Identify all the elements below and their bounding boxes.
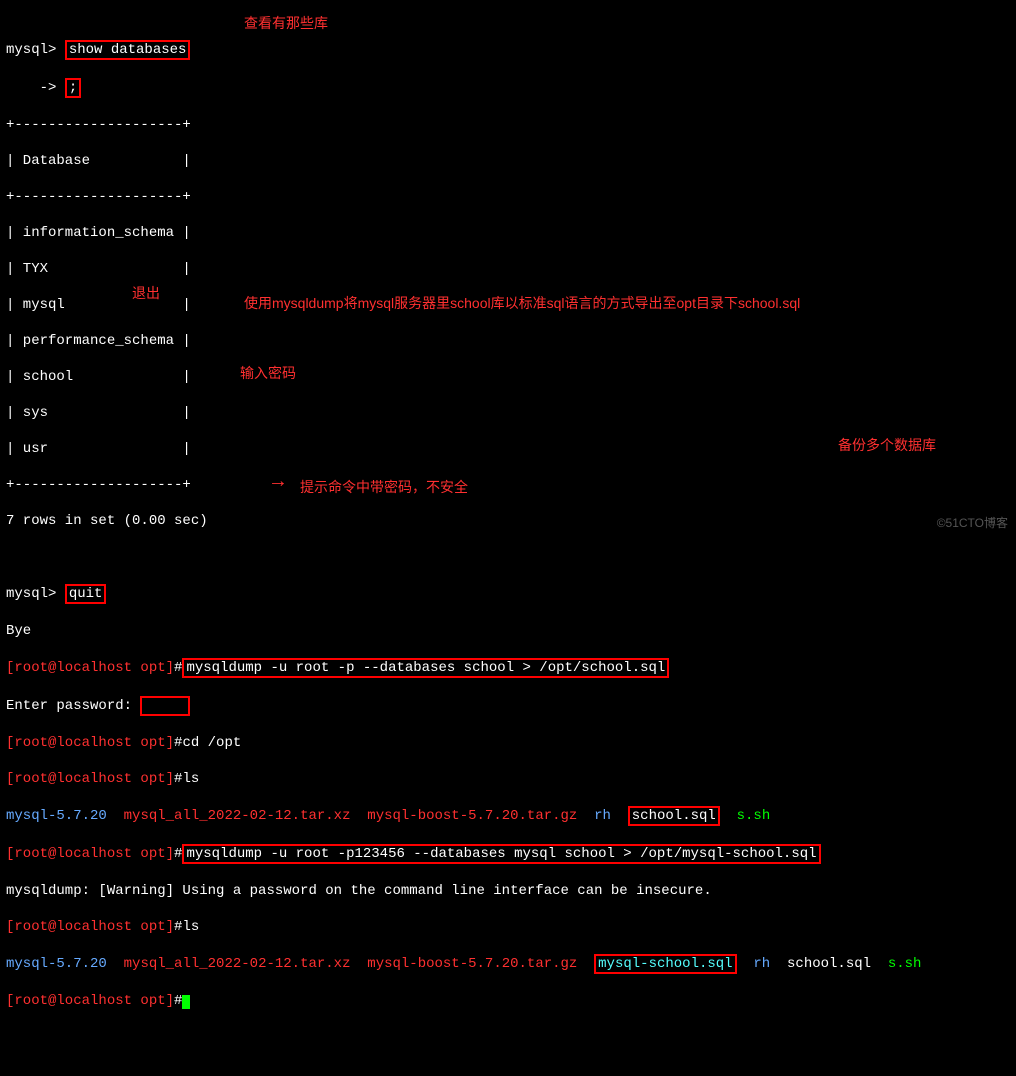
annotation-warning: 提示命令中带密码，不安全: [300, 478, 468, 496]
ls-output-2: mysql-5.7.20 mysql_all_2022-02-12.tar.xz…: [6, 954, 1010, 974]
shell-line-ls-1: [root@localhost opt]#ls: [6, 770, 1010, 788]
shell-line-cd: [root@localhost opt]#cd /opt: [6, 734, 1010, 752]
arrow-icon: →: [272, 474, 284, 492]
db-row: | information_schema |: [6, 224, 1010, 242]
highlight-box-quit: quit: [65, 584, 107, 604]
warning-line: mysqldump: [Warning] Using a password on…: [6, 882, 1010, 900]
table-separator: +--------------------+: [6, 476, 1010, 494]
shell-line-ls-2: [root@localhost opt]#ls: [6, 918, 1010, 936]
watermark: ©51CTO博客: [937, 514, 1008, 532]
enter-password-line: Enter password:: [6, 696, 1010, 716]
rows-in-set: 7 rows in set (0.00 sec): [6, 512, 1010, 530]
shell-prompt: [root@localhost opt]: [6, 660, 174, 676]
mysql-prompt-line-1: mysql> show databases: [6, 40, 1010, 60]
highlight-box-show-databases: show databases: [65, 40, 191, 60]
highlight-box-mysqldump-2: mysqldump -u root -p123456 --databases m…: [182, 844, 820, 864]
annotation-quit: 退出: [132, 284, 160, 302]
table-separator: +--------------------+: [6, 188, 1010, 206]
highlight-box-mysql-school-sql: mysql-school.sql: [594, 954, 736, 974]
highlight-box-school-sql-1: school.sql: [628, 806, 720, 826]
table-separator: +--------------------+: [6, 116, 1010, 134]
highlight-box-password: [140, 696, 190, 716]
terminal-window[interactable]: mysql> show databases -> ; +------------…: [0, 0, 1016, 538]
mysql-prompt: mysql>: [6, 42, 65, 58]
highlight-box-mysqldump-1: mysqldump -u root -p --databases school …: [182, 658, 669, 678]
shell-line-cursor: [root@localhost opt]#: [6, 992, 1010, 1010]
shell-line-mysqldump2: [root@localhost opt]#mysqldump -u root -…: [6, 844, 1010, 864]
shell-prompt: [root@localhost opt]: [6, 735, 174, 751]
highlight-box-semicolon: ;: [65, 78, 81, 98]
annotation-mysqldump: 使用mysqldump将mysql服务器里school库以标准sql语言的方式导…: [244, 294, 800, 312]
db-row: | performance_schema |: [6, 332, 1010, 350]
table-header: | Database |: [6, 152, 1010, 170]
db-row: | TYX |: [6, 260, 1010, 278]
shell-prompt: [root@localhost opt]: [6, 846, 174, 862]
mysql-prompt-line-2: -> ;: [6, 78, 1010, 98]
shell-prompt: [root@localhost opt]: [6, 919, 174, 935]
shell-line-mysqldump1: [root@localhost opt]#mysqldump -u root -…: [6, 658, 1010, 678]
shell-prompt: [root@localhost opt]: [6, 771, 174, 787]
annotation-show-databases: 查看有那些库: [244, 14, 328, 32]
db-row: | sys |: [6, 404, 1010, 422]
shell-prompt: [root@localhost opt]: [6, 993, 174, 1009]
bye-line: Bye: [6, 622, 1010, 640]
db-row: | school |: [6, 368, 1010, 386]
mysql-quit-line: mysql> quit: [6, 584, 1010, 604]
annotation-enter-password: 输入密码: [240, 364, 296, 382]
cursor-icon: [182, 995, 190, 1009]
ls-output-1: mysql-5.7.20 mysql_all_2022-02-12.tar.xz…: [6, 806, 1010, 826]
annotation-backup-multiple: 备份多个数据库: [838, 436, 936, 454]
